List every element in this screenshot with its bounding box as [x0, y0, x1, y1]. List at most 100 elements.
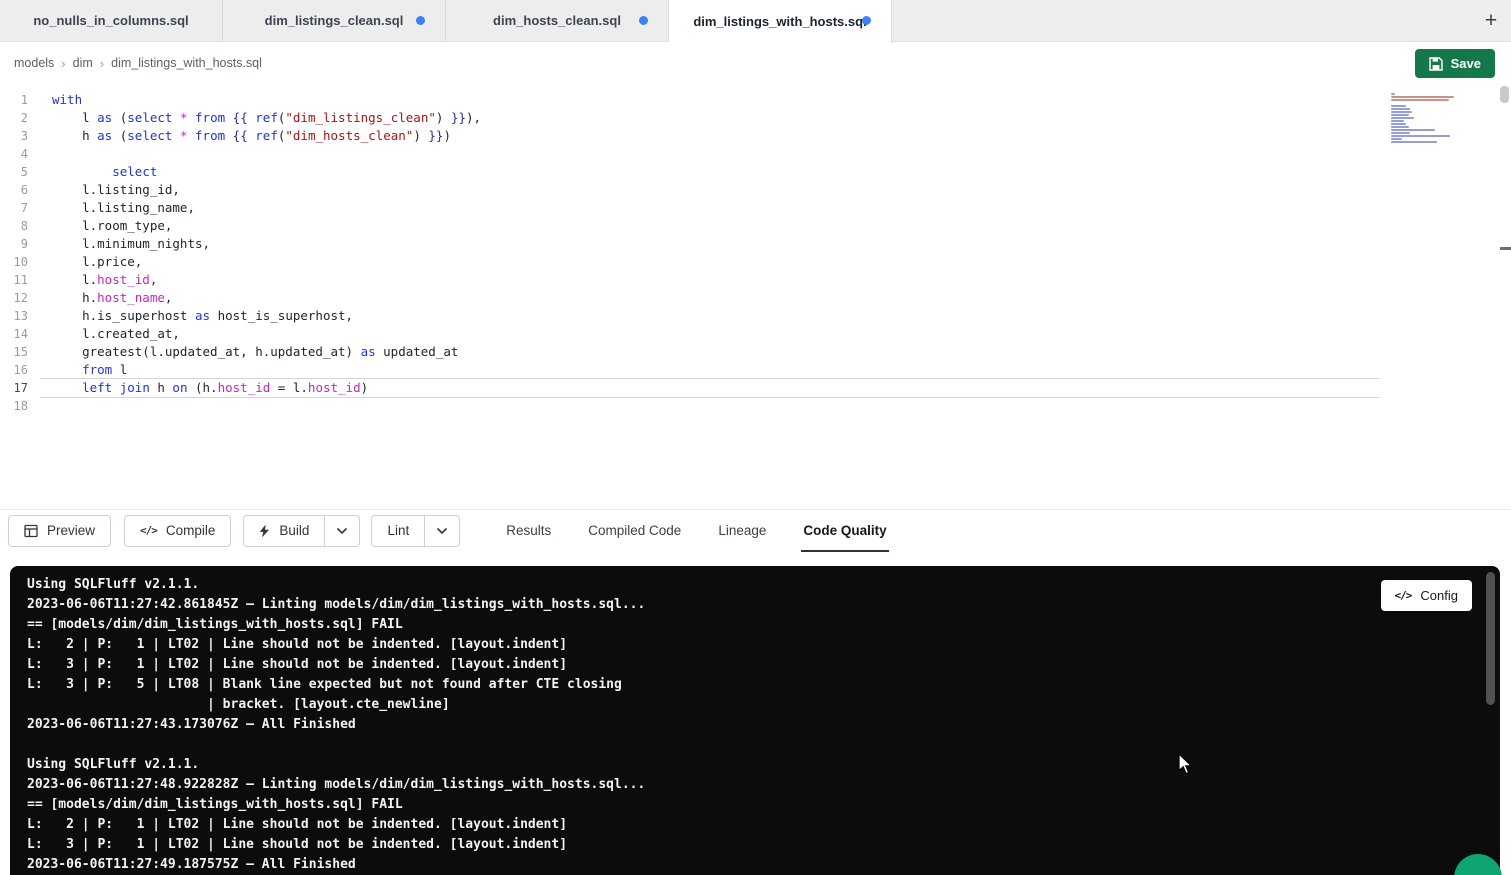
line-number: 6 [0, 181, 40, 199]
unsaved-dot-icon [862, 16, 871, 25]
code-editor[interactable]: 123456789101112131415161718 with l as (s… [0, 84, 1511, 509]
code-line[interactable]: h.is_superhost as host_is_superhost, [40, 307, 1380, 325]
line-number: 7 [0, 199, 40, 217]
minimap-line [1391, 105, 1406, 107]
tab-label: dim_listings_with_hosts.sql [693, 14, 866, 29]
code-line[interactable]: h as (select * from {{ ref("dim_hosts_cl… [40, 127, 1380, 145]
terminal-output: Using SQLFluff v2.1.1.2023-06-06T11:27:4… [27, 575, 1500, 875]
terminal-line: 2023-06-06T11:27:42.861845Z — Linting mo… [27, 595, 1500, 615]
table-icon [24, 524, 38, 538]
minimap-line [1391, 114, 1409, 116]
minimap-line [1391, 132, 1410, 134]
code-line[interactable]: h.host_name, [40, 289, 1380, 307]
panel-tab-compiled-code[interactable]: Compiled Code [586, 510, 683, 552]
code-line[interactable]: l.created_at, [40, 325, 1380, 343]
terminal-scrollbar[interactable] [1486, 572, 1495, 705]
minimap-line [1391, 141, 1437, 143]
minimap-line [1391, 117, 1414, 119]
breadcrumb-separator: › [61, 56, 65, 71]
line-number-gutter: 123456789101112131415161718 [0, 91, 40, 415]
preview-button[interactable]: Preview [8, 515, 111, 547]
minimap-line [1391, 129, 1435, 131]
panel-tab-lineage[interactable]: Lineage [716, 510, 768, 552]
compile-button[interactable]: </> Compile [124, 515, 231, 547]
terminal-line: 2023-06-06T11:27:49.187575Z — All Finish… [27, 855, 1500, 875]
editor-tab[interactable]: dim_listings_clean.sql [223, 0, 446, 41]
action-toolbar: Preview </> Compile Build Lint Results Co… [0, 509, 1511, 551]
save-icon [1429, 57, 1443, 71]
build-dropdown-button[interactable] [325, 515, 360, 547]
build-button[interactable]: Build [243, 515, 325, 547]
line-number: 14 [0, 325, 40, 343]
breadcrumb-row: models›dim›dim_listings_with_hosts.sql S… [0, 42, 1511, 84]
editor-tab[interactable]: dim_listings_with_hosts.sql [669, 0, 892, 43]
minimap[interactable] [1391, 93, 1459, 147]
lint-button[interactable]: Lint [371, 515, 425, 547]
minimap-line [1391, 93, 1395, 95]
save-button[interactable]: Save [1415, 49, 1495, 78]
code-line[interactable] [40, 145, 1380, 163]
panel-tabs: Results Compiled Code Lineage Code Quality [504, 510, 921, 552]
code-icon: </> [140, 524, 157, 537]
code-line[interactable]: select [40, 163, 1380, 181]
minimap-line [1391, 126, 1409, 128]
code-line[interactable]: l.host_id, [40, 271, 1380, 289]
code-line[interactable]: l.listing_id, [40, 181, 1380, 199]
new-tab-button[interactable]: + [1475, 5, 1507, 37]
code-icon: </> [1395, 589, 1412, 602]
breadcrumb-item[interactable]: dim [73, 56, 93, 70]
breadcrumb-item[interactable]: dim_listings_with_hosts.sql [111, 56, 262, 70]
terminal-line: 2023-06-06T11:27:48.922828Z — Linting mo… [27, 775, 1500, 795]
line-number: 9 [0, 235, 40, 253]
panel-tab-results[interactable]: Results [504, 510, 553, 552]
terminal-line: == [models/dim/dim_listings_with_hosts.s… [27, 795, 1500, 815]
line-number: 2 [0, 109, 40, 127]
terminal-line: 2023-06-06T11:27:43.173076Z — All Finish… [27, 715, 1500, 735]
preview-label: Preview [47, 523, 95, 538]
line-number: 16 [0, 361, 40, 379]
lint-dropdown-button[interactable] [425, 515, 460, 547]
save-button-label: Save [1451, 56, 1481, 71]
terminal-line: | bracket. [layout.cte_newline] [27, 695, 1500, 715]
line-number: 8 [0, 217, 40, 235]
code-line[interactable]: l.minimum_nights, [40, 235, 1380, 253]
code-line[interactable]: with [40, 91, 1380, 109]
minimap-line [1391, 138, 1402, 140]
tab-label: dim_hosts_clean.sql [493, 13, 621, 28]
terminal-line [27, 735, 1500, 755]
line-number: 11 [0, 271, 40, 289]
build-label: Build [279, 523, 309, 538]
breadcrumb: models›dim›dim_listings_with_hosts.sql [14, 56, 262, 71]
editor-scrollbar[interactable] [1500, 86, 1509, 103]
terminal-line: L: 3 | P: 1 | LT02 | Line should not be … [27, 655, 1500, 675]
code-line[interactable] [40, 397, 1380, 415]
minimap-line [1391, 96, 1454, 98]
build-split-button: Build [243, 515, 360, 547]
config-button[interactable]: </> Config [1381, 580, 1472, 611]
minimap-line [1391, 99, 1449, 101]
config-label: Config [1420, 588, 1458, 603]
compile-label: Compile [166, 523, 216, 538]
terminal-line: L: 3 | P: 5 | LT08 | Blank line expected… [27, 675, 1500, 695]
code-line[interactable]: left join h on (h.host_id = l.host_id) [40, 379, 1380, 397]
terminal-line: == [models/dim/dim_listings_with_hosts.s… [27, 615, 1500, 635]
editor-tab[interactable]: no_nulls_in_columns.sql [0, 0, 223, 41]
panel-tab-code-quality[interactable]: Code Quality [801, 510, 888, 552]
bolt-icon [259, 524, 270, 538]
code-line[interactable]: l.price, [40, 253, 1380, 271]
line-number: 5 [0, 163, 40, 181]
code-line[interactable]: l as (select * from {{ ref("dim_listings… [40, 109, 1380, 127]
code-line[interactable]: from l [40, 361, 1380, 379]
tab-label: no_nulls_in_columns.sql [33, 13, 188, 28]
breadcrumb-item[interactable]: models [14, 56, 54, 70]
code-line[interactable]: l.listing_name, [40, 199, 1380, 217]
tab-bar: no_nulls_in_columns.sql dim_listings_clea… [0, 0, 1511, 42]
minimap-line [1391, 111, 1412, 113]
line-number: 13 [0, 307, 40, 325]
editor-tab[interactable]: dim_hosts_clean.sql [446, 0, 669, 41]
unsaved-dot-icon [416, 16, 425, 25]
chevron-down-icon [336, 527, 348, 535]
code-line[interactable]: greatest(l.updated_at, h.updated_at) as … [40, 343, 1380, 361]
scrollbar-marker [1500, 247, 1511, 250]
code-line[interactable]: l.room_type, [40, 217, 1380, 235]
